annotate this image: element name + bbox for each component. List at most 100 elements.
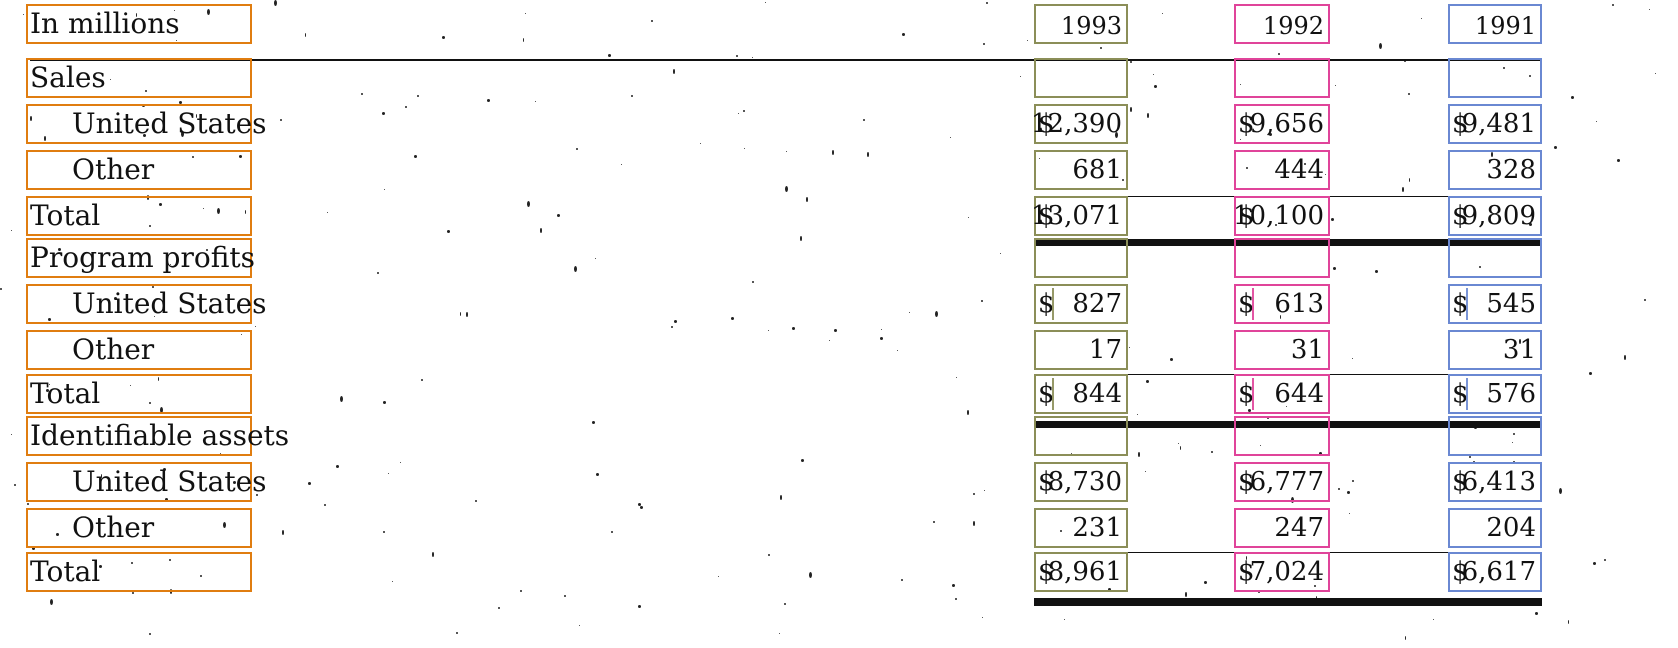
noise-speck (1349, 513, 1350, 514)
value-cell: $545 (1448, 284, 1542, 324)
noise-speck (897, 350, 898, 351)
noise-speck (780, 495, 782, 500)
noise-speck (11, 230, 12, 231)
noise-speck (557, 214, 560, 217)
noise-speck (880, 337, 883, 340)
noise-speck (50, 599, 53, 605)
noise-speck (621, 164, 622, 165)
value-number: 31 (1502, 335, 1536, 365)
noise-speck (1064, 619, 1065, 620)
noise-speck (1352, 358, 1353, 359)
value-cell: 231 (1034, 508, 1128, 548)
noise-speck (792, 327, 795, 330)
value-cell (1234, 416, 1330, 456)
noise-speck (867, 152, 869, 157)
noise-speck (535, 101, 536, 102)
value-number: 844 (1072, 379, 1122, 409)
row-label: In millions (26, 4, 252, 44)
noise-speck (832, 150, 834, 155)
value-cell (1034, 416, 1128, 456)
value-number: 9,809 (1461, 201, 1536, 231)
noise-speck (909, 312, 910, 313)
noise-speck (1612, 4, 1614, 6)
noise-speck (829, 340, 830, 341)
noise-speck (149, 633, 151, 635)
value-number: 444 (1274, 155, 1324, 185)
row-label-text: Other (72, 153, 155, 186)
noise-speck (901, 579, 903, 581)
row-label: United States (26, 462, 267, 502)
noise-speck (383, 401, 386, 404)
noise-speck (1568, 620, 1569, 624)
noise-speck (579, 625, 580, 626)
noise-speck (1020, 76, 1021, 77)
value-cell (1448, 416, 1542, 456)
year-header-cell: 1993 (1034, 4, 1128, 44)
noise-speck (574, 266, 577, 272)
noise-speck (785, 186, 788, 192)
noise-speck (417, 95, 419, 97)
value-cell: $844 (1034, 374, 1128, 414)
row-label: Sales (26, 58, 252, 98)
noise-speck (132, 592, 134, 594)
value-number: 827 (1072, 289, 1122, 319)
noise-speck (1180, 446, 1181, 450)
noise-speck (1375, 270, 1378, 273)
row-label: Total (26, 552, 252, 592)
noise-speck (736, 55, 738, 57)
noise-speck (801, 459, 804, 462)
noise-speck (1154, 85, 1157, 88)
value-cell: 681 (1034, 150, 1128, 190)
value-cell: $12,390 (1031, 104, 1128, 144)
noise-speck (651, 20, 653, 22)
year-header-cell: 1992 (1234, 4, 1330, 44)
noise-speck (768, 330, 769, 331)
noise-speck (638, 605, 641, 608)
noise-speck (0, 288, 2, 290)
noise-speck (1408, 93, 1410, 95)
row-label-text: In millions (30, 7, 180, 40)
value-number: 231 (1072, 513, 1122, 543)
noise-speck (1338, 488, 1340, 490)
noise-speck (1153, 74, 1154, 75)
noise-speck (1655, 73, 1656, 74)
noise-speck (674, 320, 677, 323)
value-cell: $8,961 (1034, 552, 1128, 592)
noise-speck (752, 57, 753, 58)
value-cell: $576 (1448, 374, 1542, 414)
noise-speck (800, 236, 802, 241)
noise-speck (786, 151, 787, 152)
noise-speck (1185, 592, 1187, 597)
value-cell: $8,730 (1034, 462, 1128, 502)
noise-speck (432, 552, 434, 557)
noise-speck (388, 473, 389, 474)
value-number: 13,071 (1031, 201, 1122, 231)
noise-speck (487, 99, 490, 102)
row-label-text: Total (30, 377, 101, 410)
value-number: 6,413 (1461, 467, 1536, 497)
row-label-text: United States (72, 287, 267, 320)
value-cell: 247 (1234, 508, 1330, 548)
value-cell: $6,413 (1448, 462, 1542, 502)
noise-speck (1559, 488, 1562, 494)
noise-speck (981, 300, 983, 302)
noise-speck (743, 110, 745, 112)
noise-speck (23, 14, 24, 15)
noise-speck (809, 572, 812, 578)
noise-speck (1204, 581, 1207, 584)
noise-speck (967, 410, 969, 415)
noise-speck (421, 379, 423, 381)
noise-speck (392, 581, 393, 582)
year-label: 1993 (1060, 12, 1122, 40)
noise-speck (1649, 9, 1650, 10)
noise-speck (540, 228, 542, 233)
value-cell: $7,024 (1234, 552, 1330, 592)
value-number: 545 (1486, 289, 1536, 319)
noise-speck (1554, 146, 1557, 149)
value-cell: $827 (1034, 284, 1128, 324)
noise-speck (527, 201, 530, 207)
noise-speck (902, 33, 905, 36)
noise-speck (638, 503, 641, 506)
noise-speck (950, 137, 951, 138)
noise-speck (700, 143, 701, 144)
